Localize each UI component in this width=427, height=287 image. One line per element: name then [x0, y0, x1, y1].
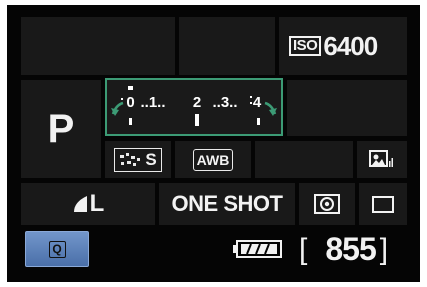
battery-icon [233, 240, 282, 258]
camera-lcd-screen: ISO 6400 P 0 ..1.. 2 ..3.. 4 S AWB L ONE… [7, 5, 420, 282]
quick-control-button[interactable]: Q [25, 231, 89, 267]
picture-style-icon [120, 152, 141, 166]
tick-right [257, 118, 260, 125]
left-arrow-icon [111, 101, 124, 116]
af-mode-panel[interactable]: ONE SHOT [159, 183, 295, 225]
auto-lighting-optimizer-panel[interactable] [357, 141, 407, 178]
metering-mode-icon [314, 194, 340, 214]
single-shot-icon [372, 195, 394, 213]
empty-panel-top-middle [179, 17, 275, 75]
iso-value: 6400 [323, 30, 378, 61]
exposure-level-marker [128, 86, 133, 90]
image-quality-icon [73, 196, 87, 212]
metering-mode-panel[interactable] [299, 183, 355, 225]
shots-remaining-value: 855 [325, 231, 376, 267]
image-quality-panel[interactable]: L [21, 183, 155, 225]
white-balance-panel[interactable]: AWB [175, 141, 251, 178]
picture-style-label: S [145, 149, 157, 169]
scale-label-2: 2 [193, 94, 201, 111]
shots-bracket-open: [ [299, 232, 308, 266]
scale-label-3: ..3.. [212, 94, 237, 111]
empty-panel-row3 [255, 141, 353, 178]
shots-bracket-close: ] [379, 232, 389, 266]
scale-label-1: ..1.. [140, 94, 165, 111]
empty-panel-top-left [21, 17, 175, 75]
iso-panel[interactable]: ISO 6400 [279, 17, 407, 75]
af-mode-label: ONE SHOT [171, 191, 283, 216]
white-balance-label: AWB [192, 148, 234, 171]
tick-left [129, 118, 132, 125]
shots-remaining: [ 855 ] [299, 231, 388, 268]
picture-style-box: S [114, 147, 162, 172]
drive-mode-panel[interactable] [359, 183, 407, 225]
picture-style-panel[interactable]: S [105, 141, 171, 178]
scale-label-4: 4 [253, 94, 262, 111]
right-arrow-icon [264, 101, 277, 116]
iso-badge: ISO [289, 36, 322, 56]
shooting-mode-panel: P [21, 80, 101, 178]
image-quality-label: L [89, 190, 105, 217]
tick-center [195, 114, 199, 126]
q-icon: Q [48, 240, 66, 258]
exposure-scale: 0 ..1.. 2 ..3.. 4 [111, 86, 277, 126]
empty-panel-middle-right [287, 80, 407, 136]
auto-lighting-optimizer-icon [369, 149, 393, 167]
exposure-compensation-panel[interactable]: 0 ..1.. 2 ..3.. 4 [105, 78, 283, 136]
shooting-mode-letter: P [47, 106, 75, 151]
scale-label-0: 0 [126, 94, 134, 111]
quick-control-label: Q [52, 242, 62, 256]
